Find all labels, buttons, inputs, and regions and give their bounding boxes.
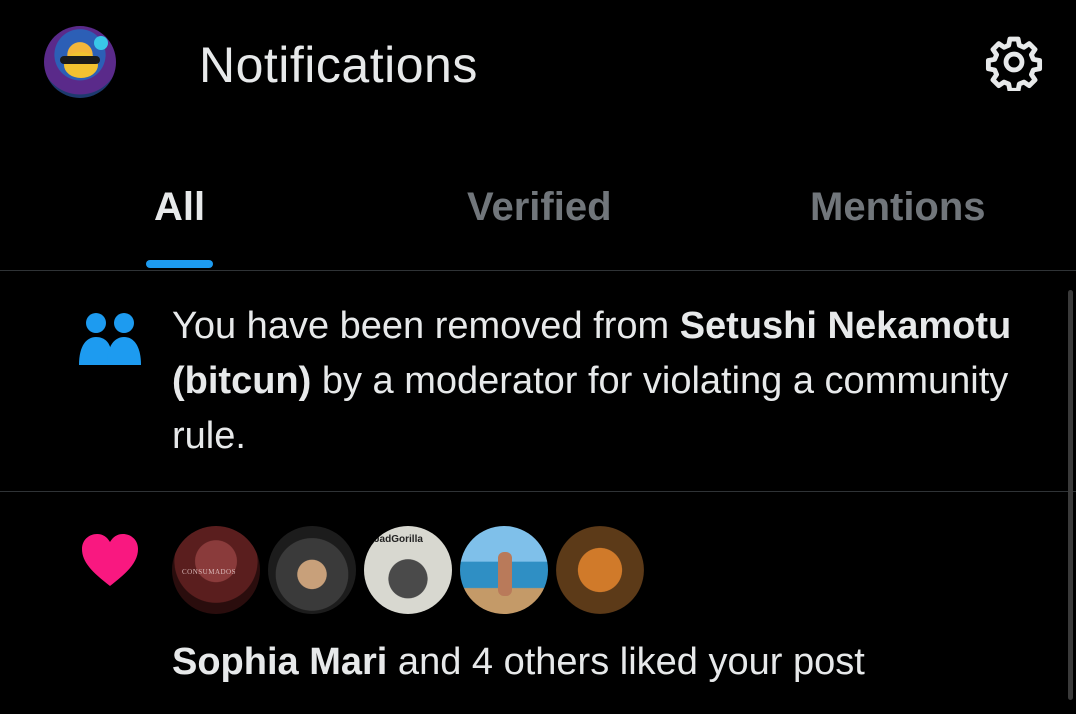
page-title: Notifications bbox=[199, 37, 478, 93]
liker-avatar-1[interactable]: CONSUMADOS bbox=[172, 526, 260, 614]
liker-avatar-5[interactable] bbox=[556, 526, 644, 614]
header: Notifications bbox=[0, 0, 1076, 135]
community-icon bbox=[79, 313, 141, 365]
liker-avatar-4-figure bbox=[498, 552, 512, 596]
settings-button[interactable] bbox=[982, 30, 1046, 94]
like-summary-text: Sophia Mari and 4 others liked your post bbox=[172, 637, 1032, 687]
removal-text-prefix: You have been removed from bbox=[172, 305, 680, 347]
avatar-spark bbox=[94, 36, 108, 50]
tab-mentions[interactable]: Mentions bbox=[810, 185, 986, 230]
avatar-shades bbox=[60, 56, 100, 64]
like-action-text: and 4 others liked your post bbox=[387, 641, 865, 683]
liker-avatar-1-text: CONSUMADOS bbox=[182, 568, 237, 576]
active-tab-indicator bbox=[146, 260, 213, 268]
scrollbar[interactable] bbox=[1068, 290, 1073, 700]
liker-avatar-4[interactable] bbox=[460, 526, 548, 614]
notification-community-removal[interactable]: You have been removed from Setushi Nekam… bbox=[0, 271, 1076, 492]
liker-avatar-3[interactable]: JadGorilla bbox=[364, 526, 452, 614]
notification-text: You have been removed from Setushi Nekam… bbox=[172, 299, 1032, 464]
tab-all[interactable]: All bbox=[154, 185, 205, 230]
notifications-screen: Notifications All Verified Mentions You … bbox=[0, 0, 1076, 714]
liker-avatars: CONSUMADOS JadGorilla bbox=[172, 526, 644, 616]
tab-bar: All Verified Mentions bbox=[0, 165, 1076, 271]
tab-verified[interactable]: Verified bbox=[467, 185, 612, 230]
liker-avatar-3-text: JadGorilla bbox=[374, 534, 423, 545]
gear-icon bbox=[985, 36, 1043, 91]
liker-avatar-2[interactable] bbox=[268, 526, 356, 614]
like-actor-name[interactable]: Sophia Mari bbox=[172, 641, 387, 683]
heart-icon bbox=[82, 534, 138, 586]
user-avatar[interactable] bbox=[44, 26, 116, 98]
notification-likes[interactable]: CONSUMADOS JadGorilla Sophia Mari and 4 … bbox=[0, 492, 1076, 714]
